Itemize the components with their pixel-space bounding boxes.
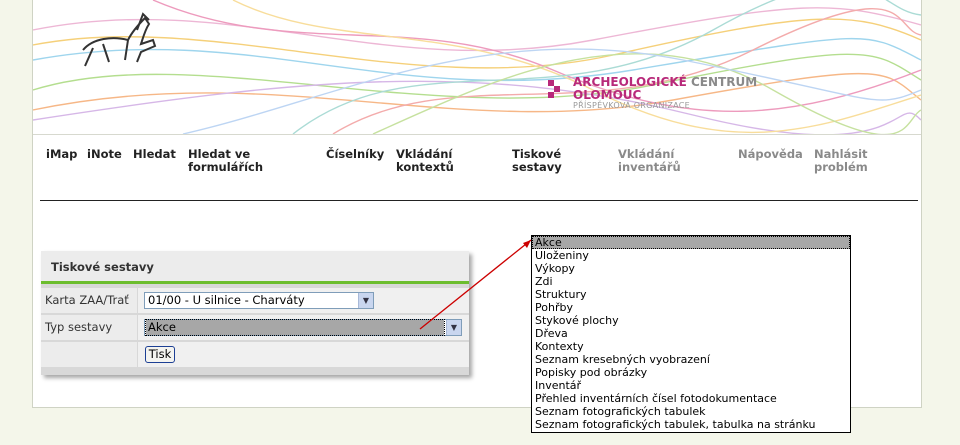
karta-select-value: 01/00 - U silnice - Charváty	[148, 293, 305, 307]
logo-title-accent: ARCHEOLOGICKÉ	[573, 75, 687, 89]
form-title: Tiskové sestavy	[41, 251, 469, 284]
dropdown-option[interactable]: Seznam fotografických tabulek	[532, 405, 850, 418]
nav-divider	[40, 200, 918, 201]
karta-label: Karta ZAA/Trať	[41, 288, 137, 313]
dropdown-option[interactable]: Zdi	[532, 275, 850, 288]
nav-imap[interactable]: iMap	[46, 148, 77, 161]
karta-select[interactable]: 01/00 - U silnice - Charváty ▼	[144, 292, 374, 309]
typ-label: Typ sestavy	[41, 315, 137, 340]
nav-tiskove-sestavy[interactable]: Tiskové sestavy	[512, 148, 562, 174]
typ-row: Typ sestavy Akce ▼	[41, 315, 469, 341]
nav-napoveda[interactable]: Nápověda	[738, 148, 803, 161]
print-reports-form: Tiskové sestavy Karta ZAA/Trať 01/00 - U…	[41, 251, 469, 375]
dropdown-option[interactable]: Struktury	[532, 288, 850, 301]
dropdown-option[interactable]: Inventář	[532, 379, 850, 392]
decorative-waves	[33, 0, 921, 134]
chevron-down-icon[interactable]: ▼	[358, 293, 373, 308]
dropdown-option[interactable]: Seznam fotografických tabulek, tabulka n…	[532, 418, 850, 431]
header-divider	[33, 134, 921, 135]
nav-ciselniky[interactable]: Číselníky	[326, 148, 384, 161]
nav-nahlasit-problem[interactable]: Nahlásit problém	[814, 148, 868, 174]
logo-city: OLOMOUC	[573, 88, 642, 102]
nav-hledat-ve-formularich[interactable]: Hledat ve formulářích	[188, 148, 263, 174]
tisk-button[interactable]: Tisk	[145, 346, 175, 363]
chevron-down-icon[interactable]: ▼	[446, 320, 461, 335]
typ-select-value: Akce	[145, 319, 445, 336]
submit-row: Tisk	[41, 342, 469, 368]
karta-row: Karta ZAA/Trať 01/00 - U silnice - Charv…	[41, 288, 469, 314]
logo-subtitle: PŘÍSPĚVKOVÁ ORGANIZACE	[573, 101, 691, 110]
dropdown-option[interactable]: Popisky pod obrázky	[532, 366, 850, 379]
dropdown-option[interactable]: Stykové plochy	[532, 314, 850, 327]
dropdown-option[interactable]: Uloženiny	[532, 249, 850, 262]
typ-select[interactable]: Akce ▼	[144, 319, 462, 336]
dropdown-option[interactable]: Seznam kresebných vyobrazení	[532, 353, 850, 366]
nav-inote[interactable]: iNote	[87, 148, 122, 161]
dropdown-option[interactable]: Akce	[532, 236, 850, 249]
logo-title-rest: CENTRUM	[691, 75, 758, 89]
dropdown-option[interactable]: Dřeva	[532, 327, 850, 340]
nav-vkladani-inventaru[interactable]: Vkládání inventářů	[618, 148, 681, 174]
organization-logo: ARCHEOLOGICKÉ CENTRUM OLOMOUC PŘÍSPĚVKOV…	[573, 75, 757, 110]
dropdown-option[interactable]: Pohřby	[532, 301, 850, 314]
header-banner: ARCHEOLOGICKÉ CENTRUM OLOMOUC PŘÍSPĚVKOV…	[33, 0, 921, 134]
typ-sestavy-dropdown-list[interactable]: Akce Uloženiny Výkopy Zdi Struktury Pohř…	[531, 235, 851, 433]
dropdown-option[interactable]: Výkopy	[532, 262, 850, 275]
nav-hledat[interactable]: Hledat	[133, 148, 176, 161]
dropdown-option[interactable]: Přehled inventárních čísel fotodokumenta…	[532, 392, 850, 405]
dropdown-option[interactable]: Kontexty	[532, 340, 850, 353]
nav-vkladani-kontextu[interactable]: Vkládání kontextů	[396, 148, 454, 174]
main-navigation: iMap iNote Hledat Hledat ve formulářích …	[33, 148, 921, 188]
